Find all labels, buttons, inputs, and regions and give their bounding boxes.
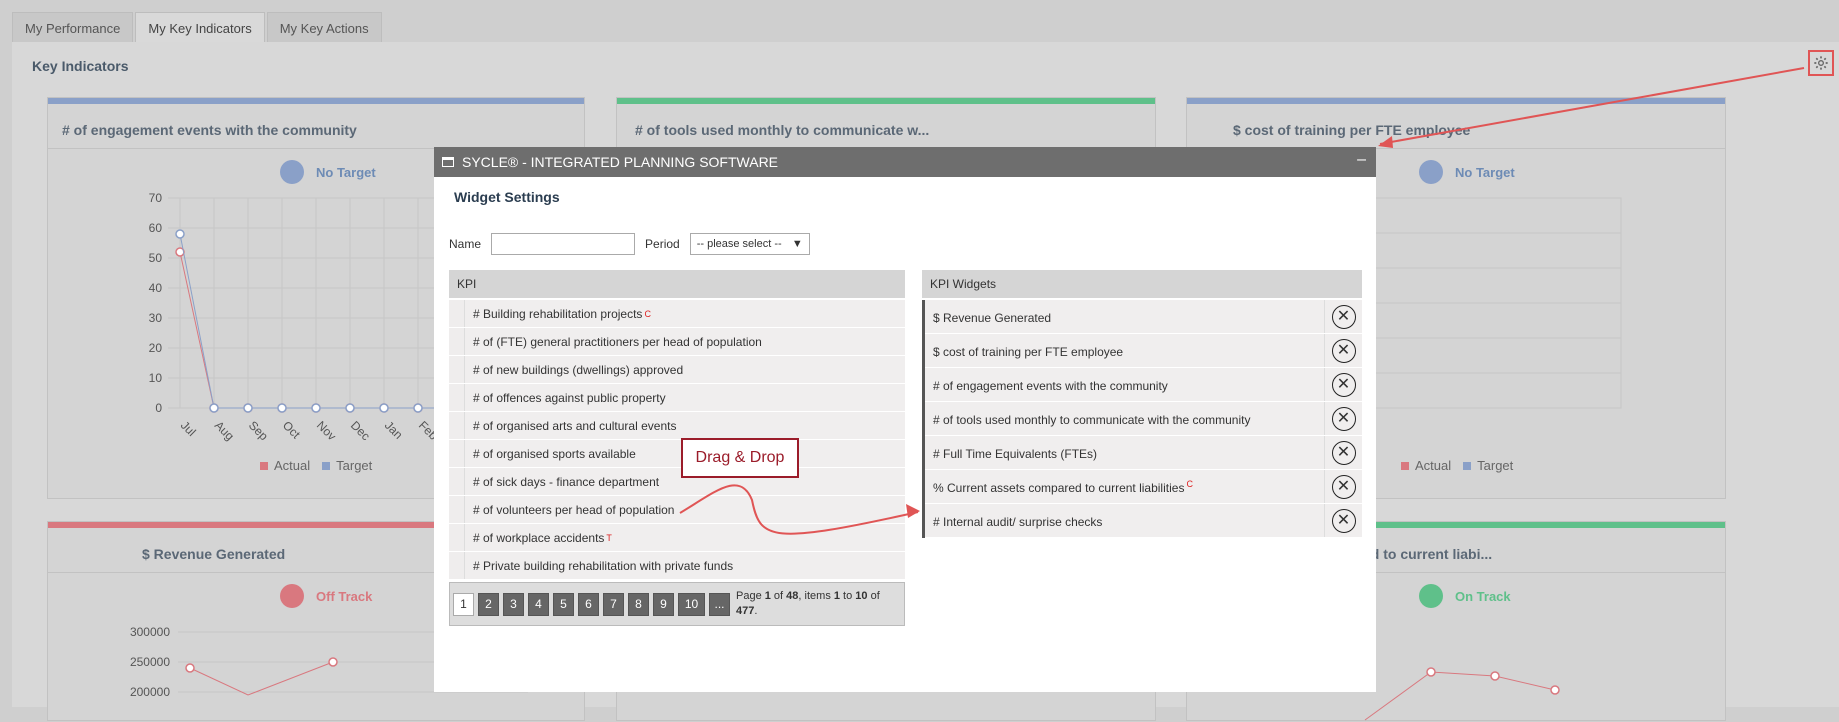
arrow-head xyxy=(906,504,920,518)
drag-drop-annotation: Drag & Drop xyxy=(681,438,799,478)
annotation-arrows xyxy=(679,67,1805,535)
arrow-head xyxy=(1378,136,1393,148)
